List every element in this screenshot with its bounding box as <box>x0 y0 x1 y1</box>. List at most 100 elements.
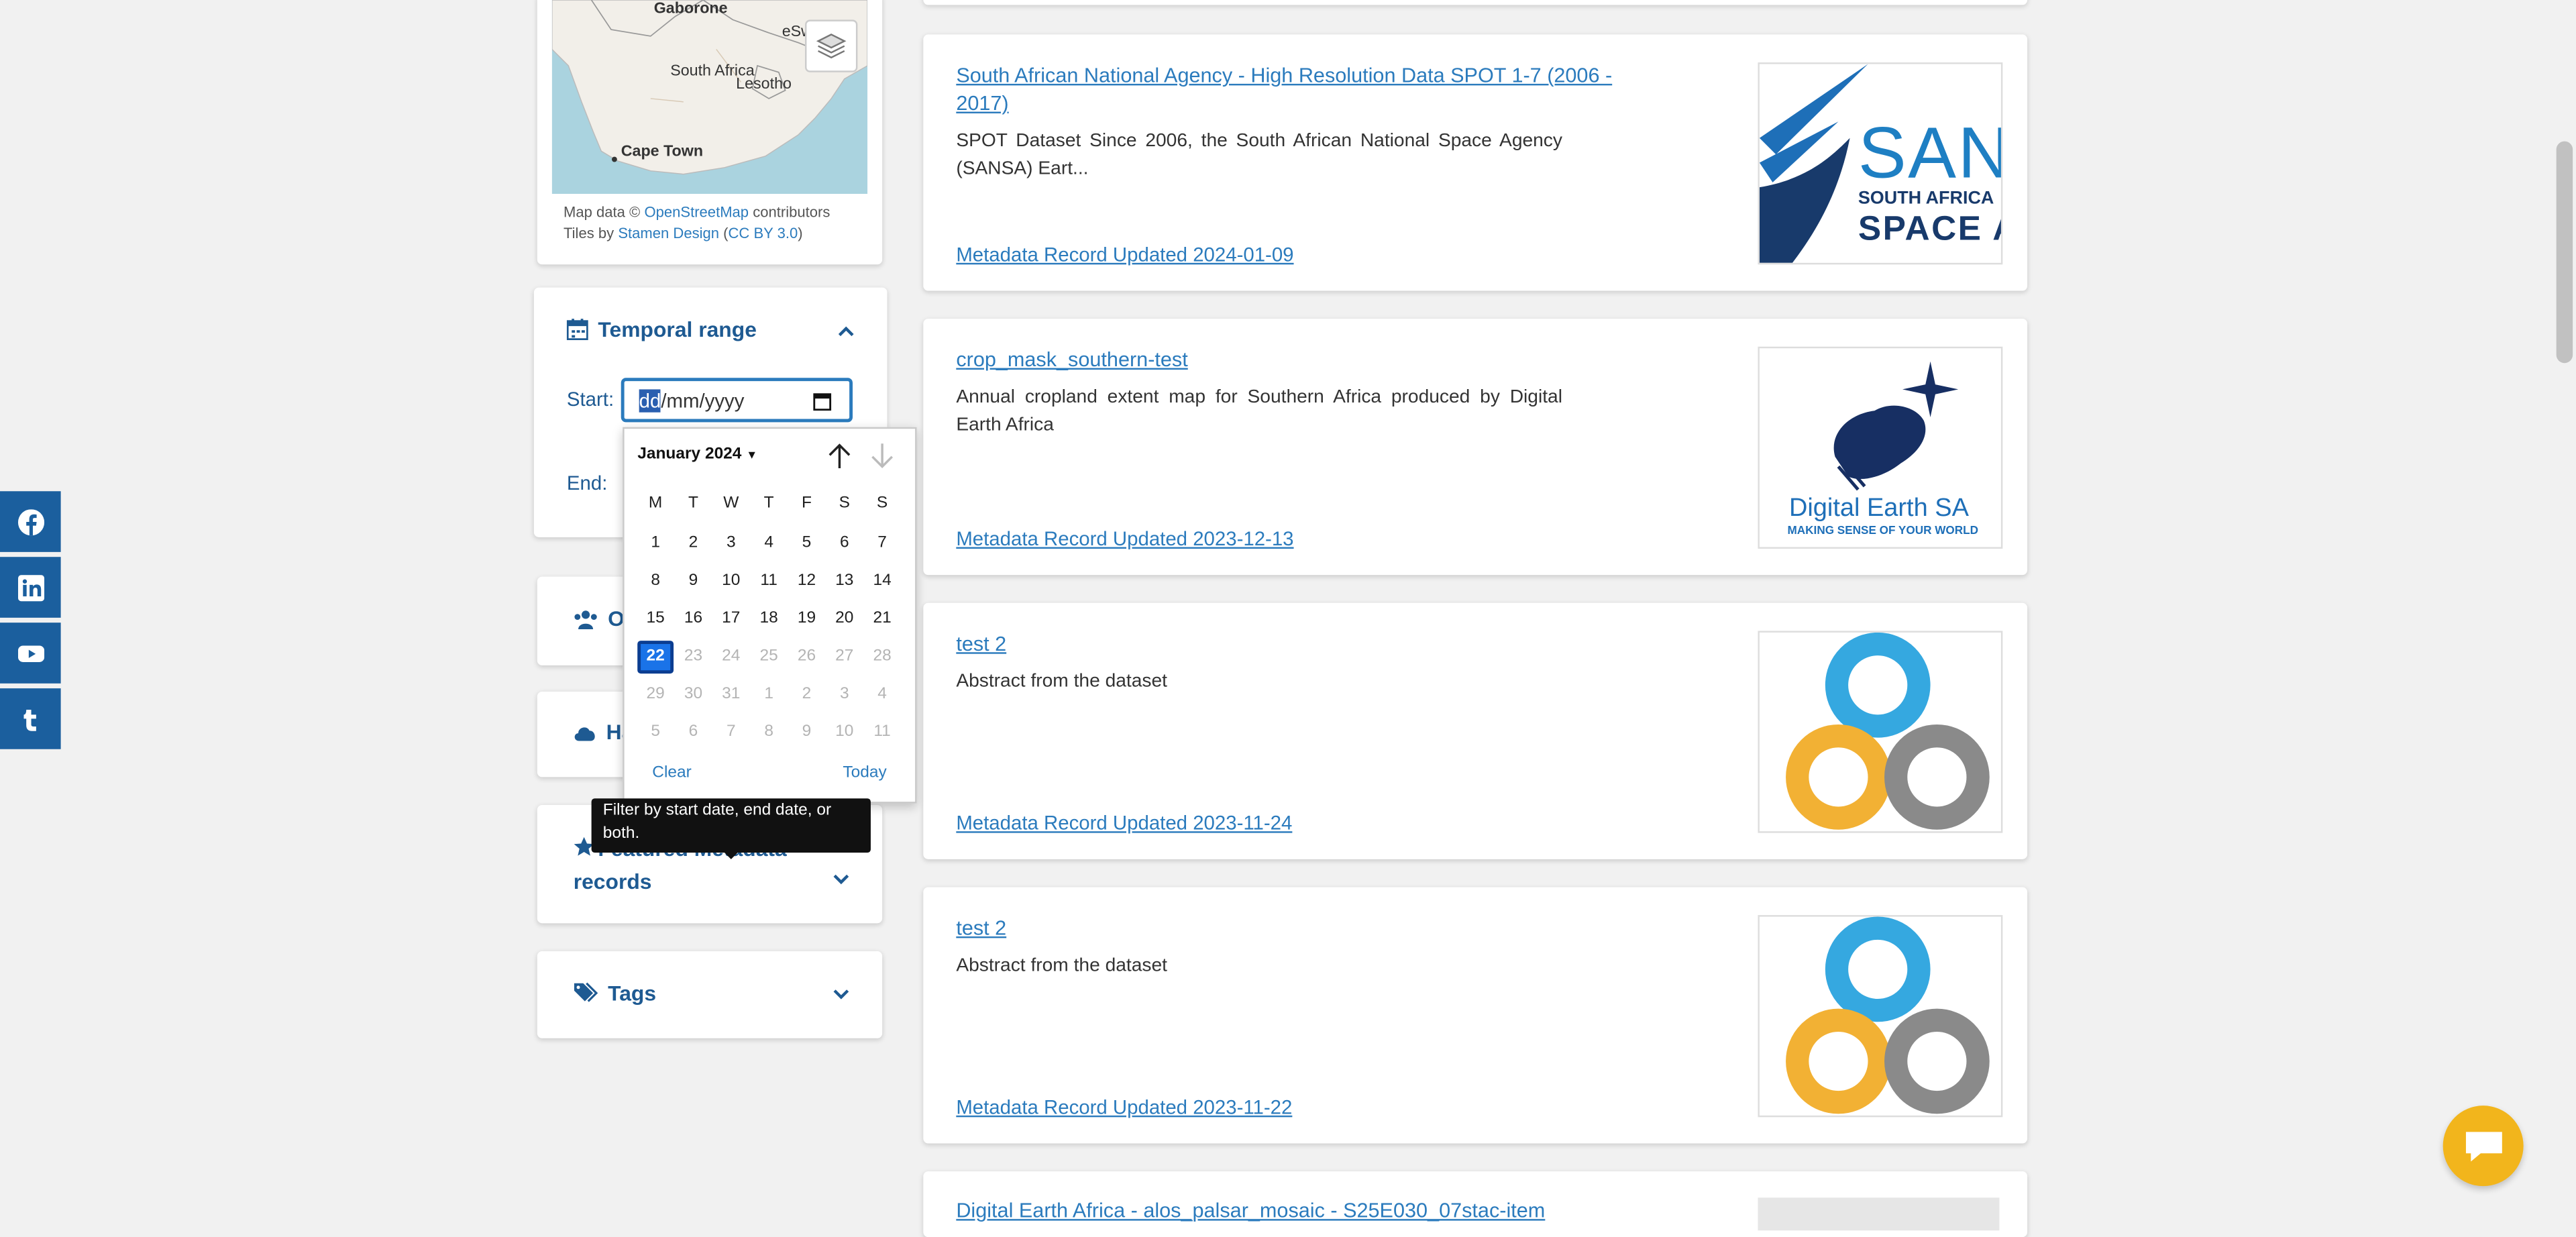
sansa-logo-text: SAN <box>1858 113 2003 194</box>
caret-down-icon: ▼ <box>746 450 758 462</box>
calendar-day[interactable]: 16 <box>676 603 712 636</box>
result-title-link[interactable]: South African National Agency - High Res… <box>956 62 1646 118</box>
sansa-logo-subtext: SOUTH AFRICA <box>1858 189 1994 209</box>
calendar-day[interactable]: 6 <box>826 527 863 560</box>
result-updated-link[interactable]: Metadata Record Updated 2024-01-09 <box>956 243 1293 266</box>
calendar-day[interactable]: 15 <box>637 603 674 636</box>
result-title-link[interactable]: test 2 <box>956 631 1006 659</box>
weekday-header: W <box>723 494 739 513</box>
month-year-label: January 2024 <box>637 445 742 464</box>
chevron-down-icon[interactable] <box>831 984 851 1004</box>
clear-button[interactable]: Clear <box>652 764 692 782</box>
map-label-gaborone: Gaborone <box>653 0 728 18</box>
calendar-day: 3 <box>839 685 849 704</box>
tumblr-icon <box>23 708 36 731</box>
filter-tooltip: Filter by start date, end date, or both. <box>591 798 871 853</box>
calendar-day: 4 <box>877 685 887 704</box>
stamen-link[interactable]: Stamen Design <box>618 225 719 241</box>
result-abstract: SPOT Dataset Since 2006, the South Afric… <box>956 131 1562 178</box>
linkedin-icon <box>17 574 44 601</box>
calendar-day[interactable]: 21 <box>864 603 900 636</box>
trefoil-logo <box>1758 915 2003 1118</box>
calendar-day: 2 <box>802 685 812 704</box>
map-label-cape-town: Cape Town <box>621 143 704 162</box>
trefoil-logo <box>1758 631 2003 833</box>
layers-button[interactable] <box>805 19 858 72</box>
digital-earth-sa-logo: Digital Earth SA MAKING SENSE OF YOUR WO… <box>1758 346 2003 549</box>
spatial-map[interactable]: Gaborone eSw South Africa Lesotho Cape T… <box>551 0 868 194</box>
chevron-down-icon[interactable] <box>831 869 851 889</box>
cc-license-link[interactable]: CC BY 3.0 <box>729 225 798 241</box>
chevron-up-icon[interactable] <box>837 322 856 341</box>
map-attribution: Map data © OpenStreetMap contributors <box>564 203 830 221</box>
calendar-day: 31 <box>722 685 741 704</box>
weekday-header: S <box>839 494 850 513</box>
calendar-day[interactable]: 3 <box>713 527 749 560</box>
result-title-link[interactable]: Digital Earth Africa - alos_palsar_mosai… <box>956 1197 1545 1226</box>
cloud-icon <box>574 727 595 741</box>
result-card-previous <box>923 0 2028 5</box>
calendar-day[interactable]: 12 <box>789 565 825 598</box>
calendar-day[interactable]: 1 <box>637 527 674 560</box>
youtube-icon <box>17 645 44 661</box>
date-picker-popup: January 2024 ▼ M T W T F S S 1 2 3 4 5 6 7 8 9 10 11 12 13 1… <box>623 427 917 804</box>
arrow-down-icon[interactable] <box>869 442 896 470</box>
calendar-day[interactable]: 4 <box>751 527 787 560</box>
chat-icon <box>2465 1132 2502 1162</box>
trefoil-logo-graphic <box>1786 632 1990 830</box>
scrollbar-thumb[interactable] <box>2556 141 2573 364</box>
calendar-day[interactable]: 13 <box>826 565 863 598</box>
start-date-day-segment[interactable]: dd <box>639 388 661 412</box>
calendar-day[interactable]: 20 <box>826 603 863 636</box>
result-title-link[interactable]: test 2 <box>956 915 1006 943</box>
openstreetmap-link[interactable]: OpenStreetMap <box>644 204 749 220</box>
month-year-selector[interactable]: January 2024 ▼ <box>637 445 757 464</box>
calendar-day: 10 <box>835 722 854 741</box>
result-updated-link[interactable]: Metadata Record Updated 2023-11-22 <box>956 1095 1292 1118</box>
calendar-day: 26 <box>797 647 816 665</box>
calendar-day[interactable]: 11 <box>751 565 787 598</box>
result-abstract: Abstract from the dataset <box>956 671 1167 692</box>
result-abstract: Abstract from the dataset <box>956 956 1167 976</box>
calendar-day[interactable]: 17 <box>713 603 749 636</box>
calendar-day[interactable]: 8 <box>637 565 674 598</box>
facebook-button[interactable] <box>0 491 61 552</box>
tooltip-text: Filter by start date, end date, or both. <box>602 802 832 843</box>
calendar-day: 28 <box>873 647 892 665</box>
result-updated-link[interactable]: Metadata Record Updated 2023-11-24 <box>956 812 1292 835</box>
tags-title: Tags <box>608 981 657 1006</box>
calendar-day[interactable]: 14 <box>864 565 900 598</box>
today-button[interactable]: Today <box>843 764 886 782</box>
result-abstract: Annual cropland extent map for Southern … <box>956 387 1562 435</box>
tags-header[interactable]: Tags <box>574 981 656 1006</box>
calendar-day[interactable]: 2 <box>676 527 712 560</box>
arrow-up-icon[interactable] <box>826 442 853 470</box>
result-title-link[interactable]: crop_mask_southern-test <box>956 347 1187 375</box>
youtube-button[interactable] <box>0 623 61 684</box>
calendar-day[interactable]: 10 <box>713 565 749 598</box>
calendar-day[interactable]: 7 <box>864 527 900 560</box>
tumblr-button[interactable] <box>0 688 61 749</box>
chat-button[interactable] <box>2443 1106 2524 1187</box>
calendar-day: 25 <box>759 647 778 665</box>
calendar-icon <box>566 319 588 340</box>
sansa-logo-subtext2: SPACE A <box>1858 210 2001 248</box>
start-date-input[interactable]: dd/mm/yyyy <box>621 378 853 423</box>
result-updated-link[interactable]: Metadata Record Updated 2023-12-13 <box>956 527 1293 550</box>
calendar-day: 27 <box>835 647 854 665</box>
calendar-day[interactable]: 22 <box>637 641 674 674</box>
linkedin-button[interactable] <box>0 557 61 618</box>
weekday-header: S <box>876 494 888 513</box>
tags-icon <box>574 982 598 1002</box>
calendar-day[interactable]: 5 <box>789 527 825 560</box>
calendar-picker-icon[interactable] <box>813 392 832 411</box>
digital-earth-sa-tagline: MAKING SENSE OF YOUR WORLD <box>1787 525 1978 537</box>
digital-earth-sa-text: Digital Earth SA <box>1788 494 1969 523</box>
calendar-day: 30 <box>684 685 703 704</box>
weekday-header: T <box>763 494 774 513</box>
map-tiles-attribution: Tiles by Stamen Design (CC BY 3.0) <box>564 225 803 242</box>
calendar-day[interactable]: 9 <box>676 565 712 598</box>
calendar-day[interactable]: 19 <box>789 603 825 636</box>
temporal-range-header[interactable]: Temporal range <box>566 317 757 341</box>
calendar-day[interactable]: 18 <box>751 603 787 636</box>
